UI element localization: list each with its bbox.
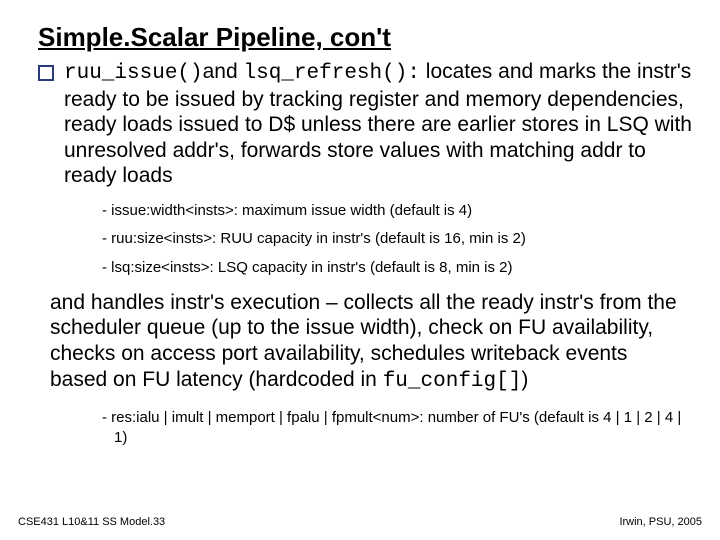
para2-post: ) <box>521 368 528 391</box>
dash-item: - res:ialu | imult | memport | fpalu | f… <box>102 408 692 449</box>
main-bullet: ruu_issue()and lsq_refresh(): locates an… <box>38 59 692 189</box>
square-bullet-icon <box>38 65 54 81</box>
code-ruu-issue: ruu_issue() <box>64 62 203 85</box>
sep-and: and <box>203 60 244 83</box>
footer-right: Irwin, PSU, 2005 <box>619 516 702 528</box>
dash-list-1: - issue:width<insts>: maximum issue widt… <box>102 201 692 278</box>
paragraph-2: and handles instr's execution – collects… <box>50 290 692 394</box>
footer-left: CSE431 L10&11 SS Model.33 <box>18 516 165 528</box>
main-bullet-text: ruu_issue()and lsq_refresh(): locates an… <box>64 59 692 189</box>
code-lsq-refresh: lsq_refresh(): <box>244 62 420 85</box>
code-fu-config: fu_config[] <box>383 370 522 393</box>
dash-list-2: - res:ialu | imult | memport | fpalu | f… <box>102 408 692 449</box>
para2-pre: and handles instr's execution – collects… <box>50 291 677 391</box>
slide: Simple.Scalar Pipeline, con't ruu_issue(… <box>0 0 720 540</box>
dash-item: - issue:width<insts>: maximum issue widt… <box>102 201 692 221</box>
slide-title: Simple.Scalar Pipeline, con't <box>38 22 692 53</box>
dash-item: - ruu:size<insts>: RUU capacity in instr… <box>102 229 692 249</box>
dash-item: - lsq:size<insts>: LSQ capacity in instr… <box>102 258 692 278</box>
